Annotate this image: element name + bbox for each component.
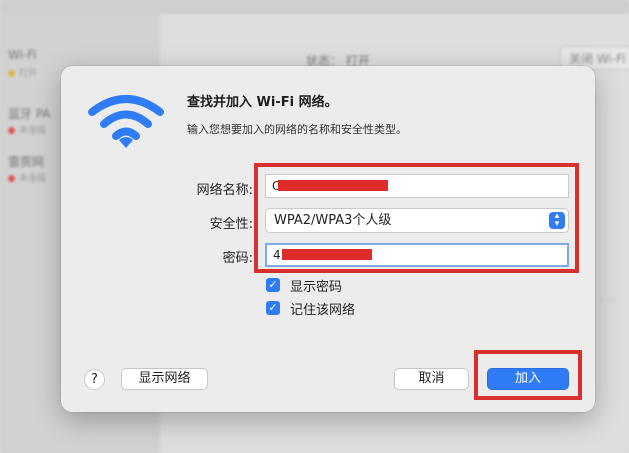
wifi-icon	[88, 95, 164, 148]
network-name-label: 网络名称:	[196, 183, 253, 198]
sidebar-item-bluetooth-pan-status: 未连接	[8, 123, 46, 136]
help-button[interactable]: ?	[84, 369, 105, 390]
checkmark-icon: ✓	[268, 278, 278, 291]
background-toolbar	[0, 0, 629, 14]
sidebar-item-bluetooth-pan: 蓝牙 PA	[8, 107, 51, 121]
sidebar-item-wifi: Wi-Fi	[8, 48, 37, 62]
background-divider: - - -	[600, 295, 616, 305]
dialog-subtitle: 输入您想要加入的网络的名称和安全性类型。	[187, 123, 407, 136]
sidebar-item-thunderbolt-status: 未连接	[8, 171, 46, 184]
remember-network-label: 记住该网络	[290, 303, 356, 318]
cancel-button[interactable]: 取消	[394, 368, 469, 390]
show-password-label: 显示密码	[290, 280, 343, 295]
password-label: 密码:	[222, 251, 253, 266]
highlight-box-fields	[254, 163, 579, 273]
checkmark-icon: ✓	[268, 301, 278, 314]
sidebar-item-wifi-status: 打开	[8, 66, 37, 79]
highlight-box-join	[474, 350, 582, 400]
dialog-title: 查找并加入 Wi-Fi 网络。	[187, 95, 338, 110]
security-label: 安全性:	[209, 217, 253, 232]
show-password-checkbox[interactable]: ✓	[266, 278, 280, 292]
sidebar-item-thunderbolt: 雷雳网	[8, 155, 45, 169]
remember-network-checkbox[interactable]: ✓	[266, 301, 280, 315]
show-networks-button[interactable]: 显示网络	[121, 368, 208, 390]
